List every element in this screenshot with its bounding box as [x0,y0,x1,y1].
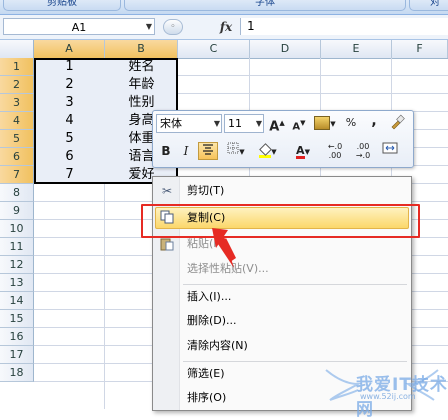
column-header-a[interactable]: A [34,40,105,58]
align-center-button[interactable] [198,142,218,160]
ribbon-group-alignment[interactable]: 对 [409,0,448,11]
row-header-17[interactable]: 17 [0,346,34,364]
row-header-9[interactable]: 9 [0,202,34,220]
scissors-icon: ✂ [161,184,173,198]
menu-item-cut[interactable]: 剪切(T) [187,181,224,201]
insert-function-icon[interactable]: fx [214,17,238,37]
font-name-value: 宋体 [160,117,182,130]
row-header-2[interactable]: 2 [0,76,34,94]
annotation-highlight-box [141,204,420,238]
font-size-combo[interactable]: 11 ▼ [224,114,264,133]
bold-button[interactable]: B [158,142,174,160]
decrease-decimal-button[interactable]: .00 →.0 [351,142,375,160]
currency-icon [314,116,331,130]
formula-bar-splitter-icon[interactable]: ◦ [163,19,183,35]
decrease-decimal-icon: .00 →.0 [355,142,371,160]
name-box[interactable]: A1 [3,18,155,35]
chevron-down-icon[interactable]: ▼ [256,115,262,132]
borders-button[interactable]: ▼ [223,142,249,160]
percent-style-button[interactable]: % [343,114,359,132]
borders-icon [227,142,239,154]
shrink-font-button[interactable]: A▼ [290,114,308,132]
watermark-url: www.52ij.com [360,392,416,401]
column-header-bar: A B C D E F [0,40,448,59]
column-header-d[interactable]: D [250,40,321,58]
merge-center-button[interactable] [379,142,401,160]
select-all-corner[interactable] [0,40,34,58]
mini-toolbar: 宋体 ▼ 11 ▼ A▲ A▼ ▼ % , B I ▼ ▼ A▼ ←.0 .00… [152,110,414,168]
grow-font-icon: A [269,119,280,135]
formula-bar: A1 ▼ ◦ fx 1 [0,15,448,40]
column-header-b[interactable]: B [105,40,178,58]
menu-item-clear-contents[interactable]: 清除内容(N) [187,336,248,356]
grow-font-button[interactable]: A▲ [268,114,286,135]
menu-separator [183,284,407,285]
font-name-combo[interactable]: 宋体 ▼ [156,114,222,133]
format-painter-button[interactable] [387,114,407,132]
paint-bucket-icon [259,142,273,158]
font-color-button[interactable]: A▼ [289,142,317,160]
row-header-6[interactable]: 6 [0,148,34,166]
merge-center-icon [382,142,398,154]
menu-item-filter[interactable]: 筛选(E) [187,364,225,384]
row-header-14[interactable]: 14 [0,292,34,310]
row-header-10[interactable]: 10 [0,220,34,238]
font-color-icon: A [296,144,305,159]
column-header-f[interactable]: F [392,40,448,58]
ribbon-strip: 剪贴板 字体 对 [0,0,448,15]
font-size-value: 11 [228,117,242,130]
row-header-11[interactable]: 11 [0,238,34,256]
paste-icon [159,237,175,253]
row-header-5[interactable]: 5 [0,130,34,148]
menu-item-delete[interactable]: 删除(D)... [187,311,237,331]
column-header-c[interactable]: C [178,40,250,58]
row-header-4[interactable]: 4 [0,112,34,130]
row-header-8[interactable]: 8 [0,184,34,202]
format-painter-icon [391,114,405,130]
row-header-12[interactable]: 12 [0,256,34,274]
row-header-13[interactable]: 13 [0,274,34,292]
row-header-16[interactable]: 16 [0,328,34,346]
row-header-15[interactable]: 15 [0,310,34,328]
column-header-e[interactable]: E [321,40,392,58]
align-center-icon [203,144,213,155]
row-header-1[interactable]: 1 [0,58,34,76]
chevron-down-icon[interactable]: ▼ [143,18,155,35]
shrink-font-icon: A [292,121,301,133]
fill-color-button[interactable]: ▼ [254,142,282,160]
menu-item-paste-special[interactable]: 选择性粘贴(V)... [187,259,269,279]
chevron-down-icon[interactable]: ▼ [214,115,220,132]
ribbon-group-font[interactable]: 字体 [124,0,406,11]
ribbon-group-clipboard[interactable]: 剪贴板 [3,0,121,11]
comma-style-button[interactable]: , [367,112,381,130]
increase-decimal-button[interactable]: ←.0 .00 [323,142,347,160]
row-header-18[interactable]: 18 [0,364,34,382]
italic-button[interactable]: I [178,142,194,160]
accounting-format-button[interactable]: ▼ [313,114,337,132]
increase-decimal-icon: ←.0 .00 [327,142,343,160]
menu-item-insert[interactable]: 插入(I)... [187,287,231,307]
formula-input[interactable]: 1 [240,18,448,35]
menu-item-sort[interactable]: 排序(O) [187,388,226,408]
row-header-7[interactable]: 7 [0,166,34,184]
row-header-3[interactable]: 3 [0,94,34,112]
